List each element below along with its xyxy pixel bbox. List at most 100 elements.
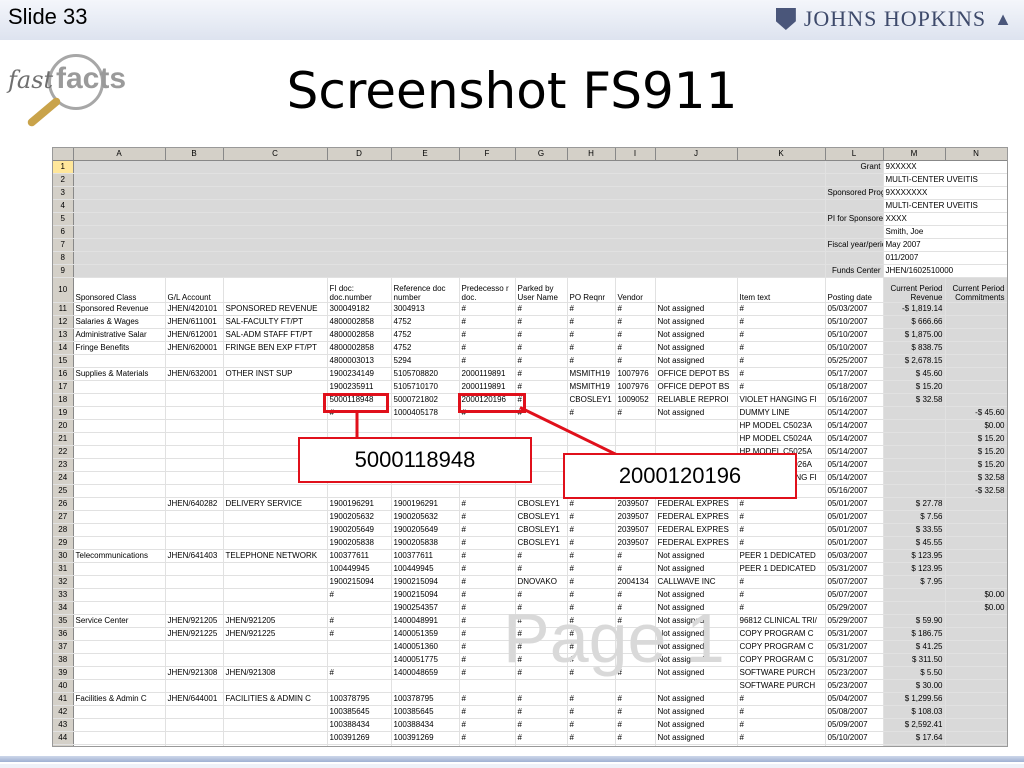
cell[interactable]: # <box>737 705 826 719</box>
cell[interactable] <box>73 588 166 602</box>
cell[interactable]: 05/14/2007 <box>825 445 884 459</box>
cell[interactable]: 2039507 <box>615 497 656 511</box>
cell[interactable]: 2000119891 <box>459 367 516 381</box>
cell[interactable]: # <box>615 406 656 420</box>
cell[interactable]: TELEPHONE NETWORK <box>223 549 328 563</box>
revenue-cell[interactable]: $ 27.78 <box>883 497 946 511</box>
cell[interactable]: Supplies & Materials <box>73 367 166 381</box>
header-value[interactable]: 9XXXXX <box>883 160 1007 174</box>
cell[interactable]: 4752 <box>391 328 460 342</box>
cell[interactable]: 2039507 <box>615 536 656 550</box>
cell[interactable]: JHEN/611001 <box>165 315 224 329</box>
header-value[interactable]: May 2007 <box>883 238 1007 252</box>
header-value[interactable]: Smith, Joe <box>883 225 1007 239</box>
row-number[interactable]: 23 <box>53 458 74 472</box>
cell[interactable] <box>165 601 224 615</box>
cell[interactable]: 05/10/2007 <box>825 731 884 745</box>
column-header[interactable]: F <box>459 148 516 161</box>
cell[interactable] <box>327 601 392 615</box>
cell[interactable] <box>223 640 328 654</box>
cell[interactable]: OTHER INST SUP <box>223 367 328 381</box>
header-label[interactable]: Fiscal year/period <box>825 238 884 252</box>
revenue-cell[interactable] <box>883 588 946 602</box>
row-number[interactable]: 44 <box>53 731 74 745</box>
row-number[interactable]: 6 <box>53 225 74 239</box>
commitments-cell[interactable] <box>945 341 1007 355</box>
cell[interactable]: VIOLET HANGING FI <box>737 393 826 407</box>
cell[interactable]: 100378795 <box>327 692 392 706</box>
cell[interactable]: Not assigned <box>655 315 738 329</box>
row-number[interactable]: 5 <box>53 212 74 226</box>
cell[interactable] <box>165 406 224 420</box>
commitments-cell[interactable] <box>945 562 1007 576</box>
cell[interactable]: 05/07/2007 <box>825 575 884 589</box>
commitments-cell[interactable]: $0.00 <box>945 588 1007 602</box>
cell[interactable]: 2004134 <box>615 575 656 589</box>
cell[interactable]: 100391269 <box>391 731 460 745</box>
cell[interactable]: 100378795 <box>391 692 460 706</box>
commitments-cell[interactable] <box>945 536 1007 550</box>
cell[interactable]: PEER 1 DEDICATED <box>737 549 826 563</box>
header-filler[interactable] <box>73 173 826 187</box>
row-number[interactable]: 29 <box>53 536 74 550</box>
row-number[interactable]: 11 <box>53 302 74 316</box>
commitments-cell[interactable] <box>945 523 1007 537</box>
cell[interactable] <box>165 471 224 485</box>
cell[interactable] <box>73 575 166 589</box>
cell[interactable]: 05/01/2007 <box>825 536 884 550</box>
cell[interactable]: # <box>737 692 826 706</box>
cell[interactable]: # <box>459 705 516 719</box>
revenue-cell[interactable]: $ 41.25 <box>883 640 946 654</box>
row-number[interactable]: 3 <box>53 186 74 200</box>
cell[interactable]: # <box>515 341 568 355</box>
cell[interactable]: 100449945 <box>327 562 392 576</box>
cell[interactable]: Not assigned <box>655 731 738 745</box>
cell[interactable]: CBOSLEY1 <box>515 497 568 511</box>
cell[interactable] <box>73 718 166 732</box>
cell[interactable]: FEDERAL EXPRES <box>655 510 738 524</box>
cell[interactable]: # <box>459 315 516 329</box>
cell[interactable]: # <box>737 510 826 524</box>
cell[interactable]: 05/11/2007 <box>825 744 884 746</box>
row-number[interactable]: 9 <box>53 264 74 278</box>
cell[interactable]: # <box>459 341 516 355</box>
revenue-cell[interactable]: $ 2,592.41 <box>883 718 946 732</box>
revenue-cell[interactable]: $ 666.66 <box>883 315 946 329</box>
row-number[interactable]: 26 <box>53 497 74 511</box>
column-title[interactable]: Parked by User Name <box>515 277 568 303</box>
cell[interactable]: 05/23/2007 <box>825 679 884 693</box>
cell[interactable]: DNOVAKO <box>515 575 568 589</box>
header-label[interactable] <box>825 173 884 187</box>
cell[interactable] <box>459 484 516 498</box>
cell[interactable] <box>73 406 166 420</box>
cell[interactable]: # <box>327 666 392 680</box>
row-number[interactable]: 20 <box>53 419 74 433</box>
cell[interactable] <box>165 393 224 407</box>
header-label[interactable] <box>825 251 884 265</box>
cell[interactable]: SAL-FACULTY FT/PT <box>223 315 328 329</box>
cell[interactable]: 1900215094 <box>391 588 460 602</box>
cell[interactable] <box>73 536 166 550</box>
revenue-cell[interactable]: $ 186.75 <box>883 627 946 641</box>
cell[interactable]: CBOSLEY1 <box>515 536 568 550</box>
cell[interactable] <box>73 744 166 746</box>
cell[interactable] <box>73 471 166 485</box>
row-number[interactable]: 34 <box>53 601 74 615</box>
cell[interactable]: JHEN/921225 <box>223 627 328 641</box>
cell[interactable] <box>327 640 392 654</box>
cell[interactable]: 05/16/2007 <box>825 484 884 498</box>
header-value[interactable]: XXXX <box>883 212 1007 226</box>
cell[interactable]: 05/14/2007 <box>825 419 884 433</box>
commitments-cell[interactable] <box>945 393 1007 407</box>
cell[interactable]: JHEN/921225 <box>165 627 224 641</box>
cell[interactable]: JHEN/641403 <box>165 549 224 563</box>
cell[interactable] <box>165 679 224 693</box>
cell[interactable]: # <box>567 523 616 537</box>
cell[interactable]: # <box>737 315 826 329</box>
cell[interactable] <box>165 575 224 589</box>
cell[interactable]: # <box>515 718 568 732</box>
cell[interactable]: Facilities & Admin C <box>73 692 166 706</box>
cell[interactable]: 1900234149 <box>327 367 392 381</box>
cell[interactable] <box>73 666 166 680</box>
cell[interactable]: 4800002858 <box>327 328 392 342</box>
